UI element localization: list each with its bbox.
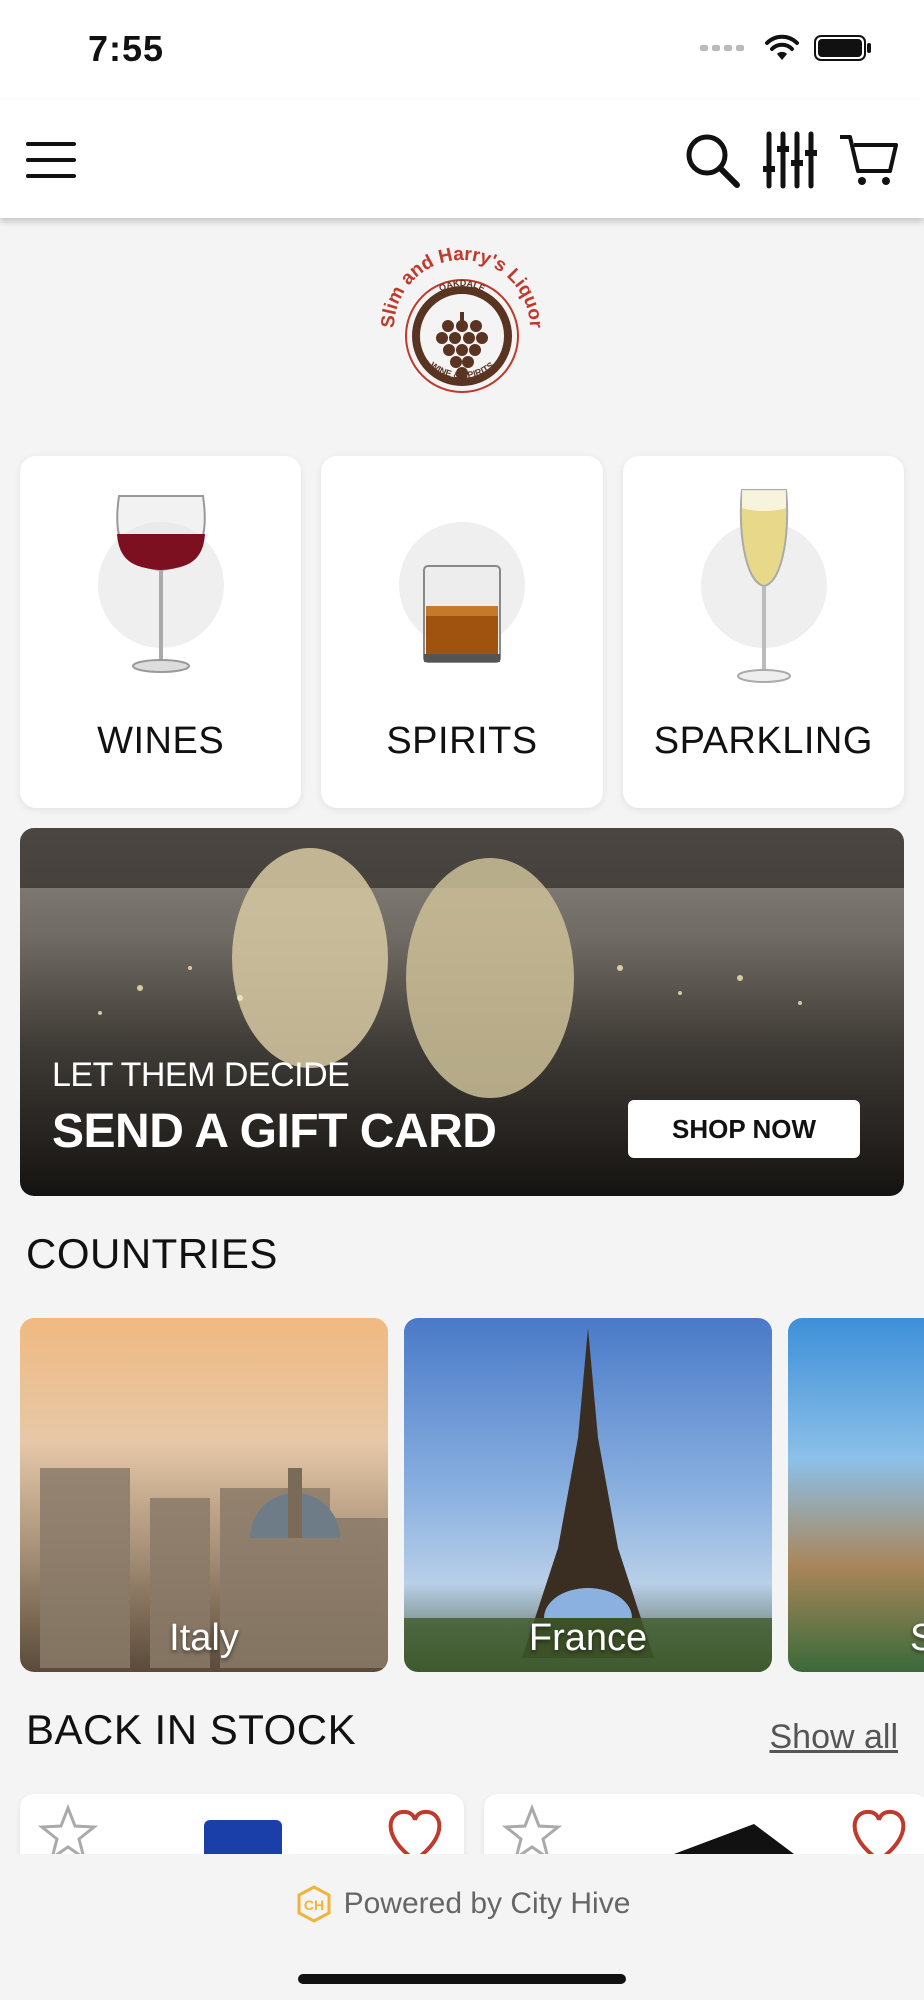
whiskey-glass-icon (321, 486, 603, 666)
countries-carousel[interactable]: Italy France S (20, 1318, 924, 1672)
country-name: France (528, 1617, 648, 1659)
country-card-italy[interactable]: Italy (20, 1318, 388, 1672)
wine-glass-icon (20, 486, 302, 673)
country-card-france[interactable]: France (404, 1318, 772, 1672)
search-icon[interactable] (682, 130, 742, 190)
hamburger-menu-button[interactable] (26, 142, 76, 182)
country-name: S (910, 1617, 924, 1659)
heart-icon (388, 1809, 442, 1863)
category-card-wines[interactable]: WINES (20, 456, 302, 808)
back-in-stock-heading: BACK IN STOCK (26, 1706, 357, 1753)
gift-card-banner[interactable]: LET THEM DECIDE SEND A GIFT CARD SHOP NO… (20, 828, 904, 1196)
status-indicators (700, 34, 872, 62)
powered-by-text: Powered by City Hive (343, 1887, 631, 1920)
powered-by[interactable]: CH Powered by City Hive (0, 1884, 924, 1924)
star-icon (37, 1803, 99, 1862)
banner-subtitle: LET THEM DECIDE (52, 1056, 350, 1094)
countries-heading: COUNTRIES (26, 1230, 278, 1277)
filter-icon[interactable] (760, 130, 820, 190)
wifi-icon (765, 34, 799, 60)
category-tiles: WINES SPIRITS SPARKLING (20, 456, 904, 808)
city-hive-logo-icon: CH (297, 1885, 331, 1923)
status-time: 7:55 (88, 28, 165, 69)
category-card-sparkling[interactable]: SPARKLING (622, 456, 905, 808)
star-icon (501, 1803, 563, 1862)
show-all-link[interactable]: Show all (769, 1718, 898, 1757)
app-header (0, 100, 924, 218)
home-indicator[interactable] (298, 1974, 626, 1984)
signal-icon (700, 45, 744, 51)
champagne-flute-icon (623, 486, 905, 683)
status-bar: 7:55 (0, 0, 924, 100)
category-card-spirits[interactable]: SPIRITS (321, 456, 603, 808)
shop-now-button[interactable]: SHOP NOW (628, 1100, 860, 1158)
heart-icon (852, 1809, 906, 1863)
category-label: SPARKLING (653, 720, 873, 762)
header-actions (682, 130, 898, 190)
svg-text:CH: CH (303, 1897, 323, 1913)
banner-title: SEND A GIFT CARD (52, 1105, 497, 1158)
footer: CH Powered by City Hive (0, 1854, 924, 2000)
cart-icon[interactable] (838, 130, 898, 190)
country-name: Italy (169, 1617, 239, 1659)
country-card-spain[interactable]: S (788, 1318, 924, 1672)
category-label: SPIRITS (386, 720, 538, 762)
store-logo[interactable]: Slim and Harry's Liquor OAKDALE WINE & S… (372, 240, 552, 410)
category-label: WINES (97, 720, 225, 762)
battery-icon (814, 35, 871, 61)
